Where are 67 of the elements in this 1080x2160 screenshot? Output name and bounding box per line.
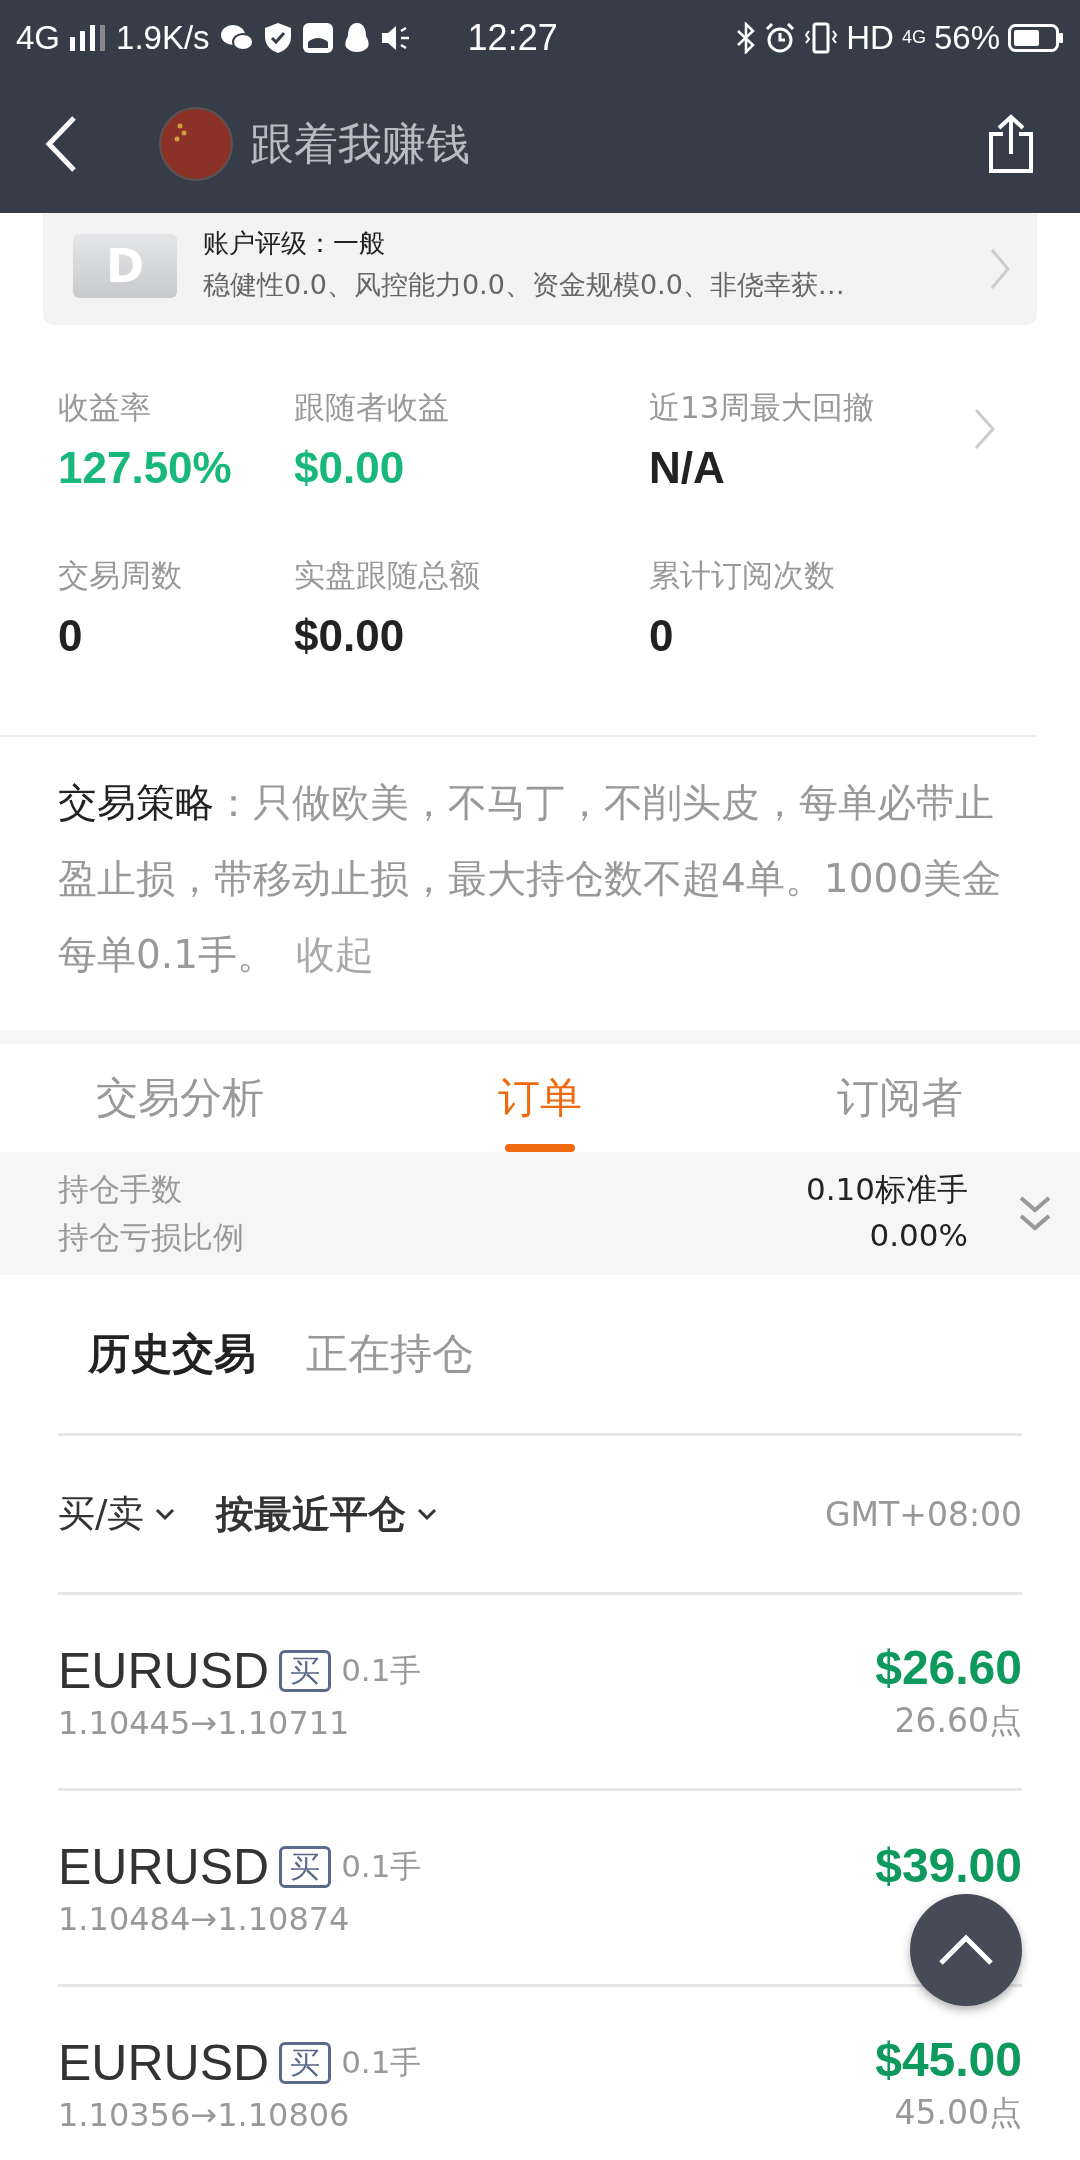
app-icon [301,21,334,54]
penguin-icon [343,21,370,54]
stat-value: N/A [649,443,726,493]
symbol: EURUSD [58,1837,270,1896]
stat-label: 近13周最大回撤 [649,388,876,427]
side-tag: 买 [279,2041,332,2084]
timezone-label: GMT+08:00 [825,1494,1022,1534]
stat-label: 累计订阅次数 [649,556,836,595]
profit-points: 26.60点 [894,1699,1022,1742]
scroll-top-button[interactable] [910,1894,1022,2006]
rating-detail: 稳健性0.0、风控能力0.0、资金规模0.0、非侥幸获… [203,268,846,302]
page-title: 跟着我赚钱 [250,116,470,171]
stat-value: 127.50% [58,443,233,493]
strategy-text: 交易策略：只做欧美，不马丁，不削头皮，每单必带止盈止损，带移动止损，最大持仓数不超4单。1000美金每单0.1手。 收起 [58,779,1003,979]
stat-label: 交易周数 [58,556,183,595]
caret-icon [154,1507,177,1521]
lot-size: 0.1手 [341,2042,422,2082]
network-label: 4G [901,27,926,48]
chevron-right-icon [989,247,1011,291]
stat-value: 0 [649,611,675,661]
stat-label: 收益率 [58,388,152,427]
side-tag: 买 [279,1649,332,1692]
subtab[interactable]: 正在持仓 [306,1326,474,1382]
hd-label: HD [846,18,894,57]
collapse-link[interactable]: 收起 [296,932,375,977]
tab[interactable]: 订阅者 [720,1044,1080,1152]
tab[interactable]: 交易分析 [0,1044,360,1152]
caret-icon [416,1507,439,1521]
profit-amount: $39.00 [875,1838,1022,1893]
filter-dropdown[interactable]: 按最近平仓 [216,1488,439,1540]
stat-label: 跟随者收益 [294,388,450,427]
alarm-icon [764,21,797,54]
avatar-icon [158,106,234,182]
summary-label: 持仓亏损比例 [58,1217,244,1257]
clock-time: 12:27 [467,16,558,59]
lot-size: 0.1手 [341,1650,422,1690]
profit-points: 45.00点 [894,2091,1022,2134]
tab[interactable]: 订单 [360,1044,720,1152]
side-tag: 买 [279,1845,332,1888]
price-range: 1.10445→1.10711 [58,1703,351,1742]
symbol: EURUSD [58,1641,270,1700]
battery-percent: 56% [933,18,1000,57]
signal-icon [70,24,107,51]
network-speed: 1.9K/s [116,18,210,57]
stat-value: $0.00 [294,611,406,661]
stat-value: 0 [58,611,84,661]
back-icon[interactable] [44,115,78,173]
symbol: EURUSD [58,2033,270,2092]
network-label: 4G [16,18,61,57]
filter-dropdown[interactable]: 买/卖 [58,1489,177,1539]
stat-label: 实盘跟随总额 [294,556,481,595]
stat-value: $0.00 [294,443,406,493]
bluetooth-icon [736,21,757,54]
battery-icon [1008,23,1064,52]
share-icon[interactable] [986,114,1036,174]
rating-title: 账户评级：一般 [203,227,386,259]
summary-value: 0.10标准手 [805,1169,968,1209]
profit-amount: $26.60 [875,1639,1022,1695]
summary-label: 持仓手数 [58,1169,182,1209]
vibrate-icon [804,21,839,54]
subtab[interactable]: 历史交易 [88,1326,256,1382]
price-range: 1.10356→1.10806 [58,2095,351,2134]
summary-value: 0.00% [869,1216,968,1255]
shield-icon [263,21,292,54]
lot-size: 0.1手 [341,1846,422,1886]
price-range: 1.10484→1.10874 [58,1899,351,1938]
profit-amount: $45.00 [875,2031,1022,2087]
